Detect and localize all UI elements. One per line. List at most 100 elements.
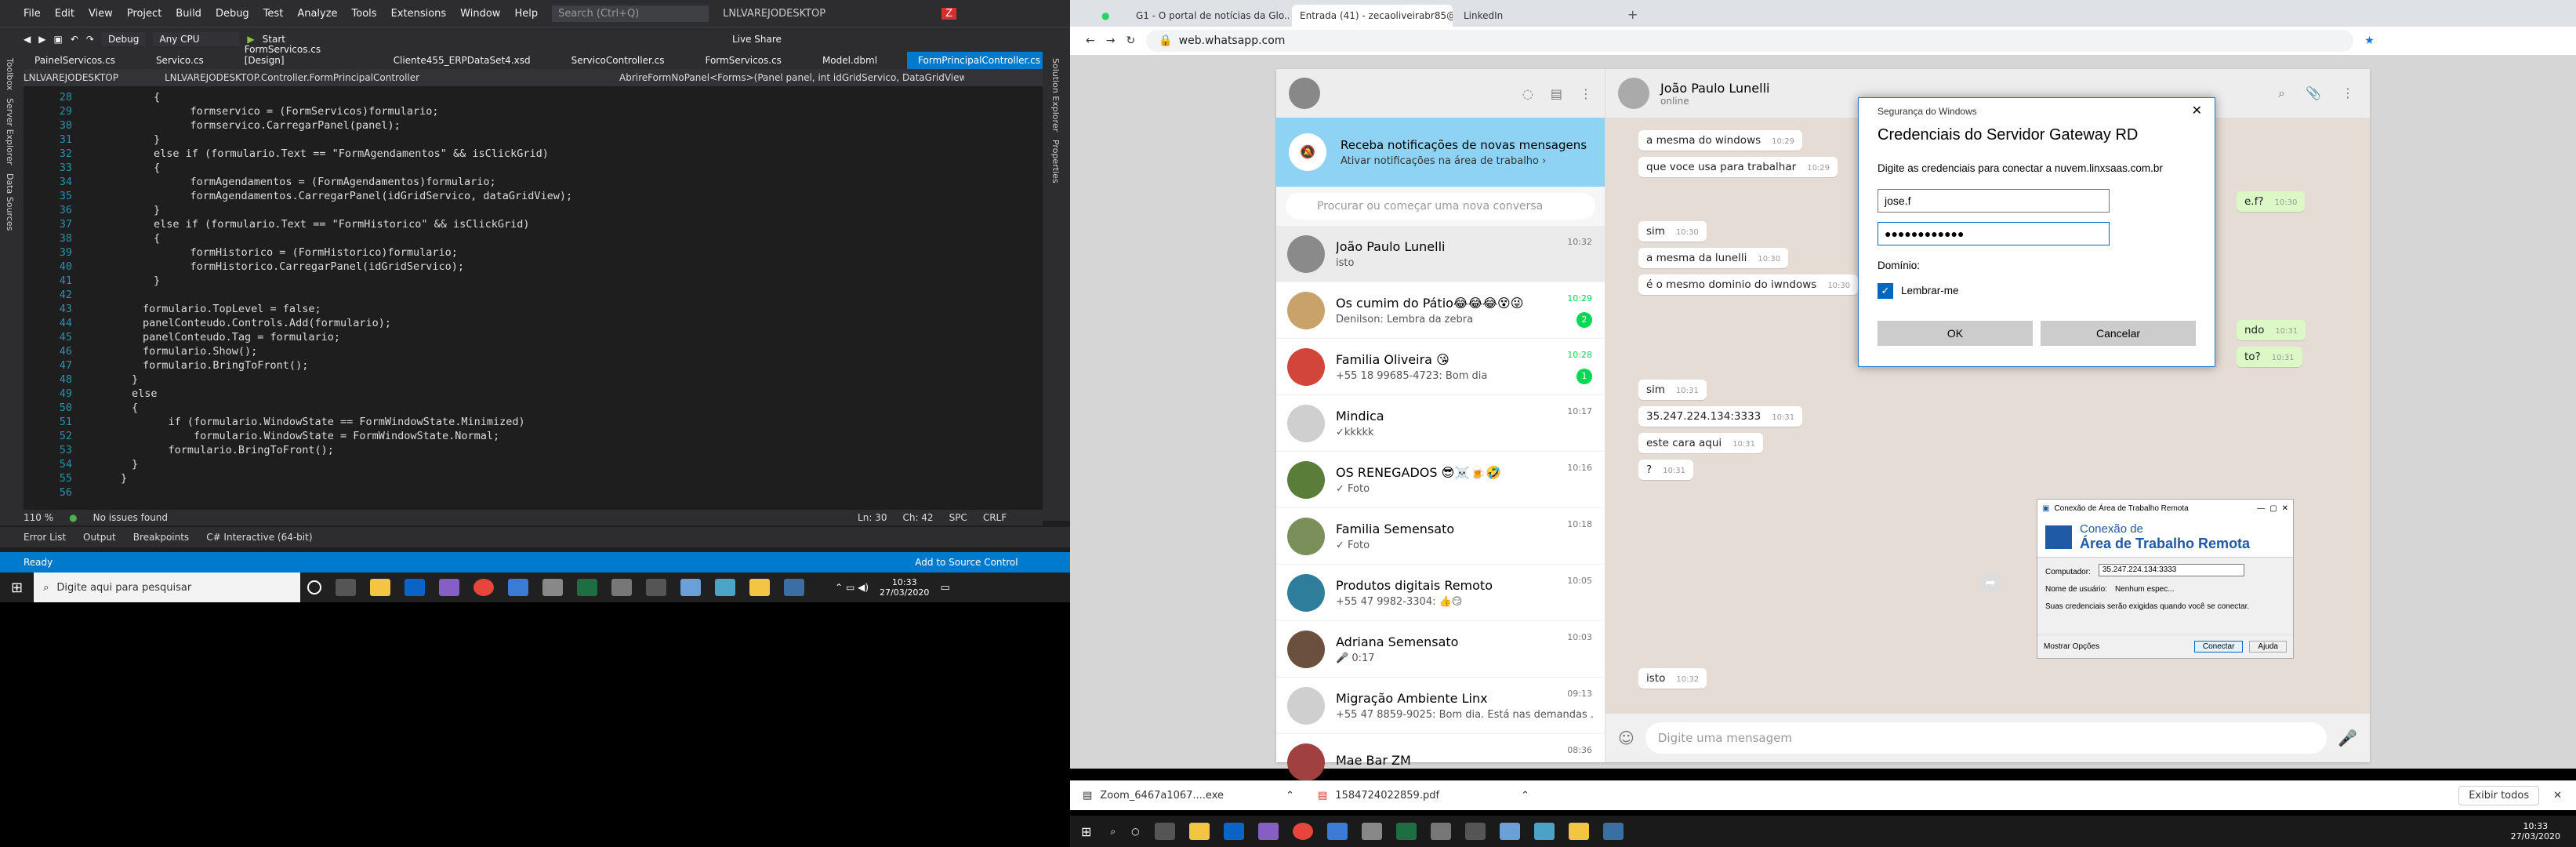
app-icon[interactable] <box>749 579 771 596</box>
profile-avatar[interactable]: Z <box>942 7 957 20</box>
output-tab[interactable]: Output <box>83 532 116 543</box>
task-view-icon[interactable] <box>336 579 357 596</box>
code-line[interactable]: else if (formulario.Text == "FormHistori… <box>154 218 530 231</box>
live-share-button[interactable]: Live Share <box>732 34 782 45</box>
doc-tab[interactable]: Cliente455_ERPDataSet4.xsd <box>383 52 542 69</box>
code-line[interactable]: } <box>132 373 138 386</box>
app-icon[interactable] <box>611 579 633 596</box>
code-line[interactable]: else <box>132 387 158 400</box>
app-icon[interactable] <box>715 579 736 596</box>
doc-tab-active[interactable]: FormPrincipalController.cs <box>907 52 1051 69</box>
remember-checkbox[interactable]: ✓ <box>1878 283 1893 299</box>
incoming-message[interactable]: a mesma da lunelli 10:30 <box>1638 248 1789 268</box>
forward-icon[interactable]: ➦ <box>1980 573 2001 593</box>
nav-method[interactable]: AbrireFormNoPanel<Forms>(Panel panel, in… <box>619 72 964 83</box>
code-line[interactable]: formulario.BringToFront(); <box>143 359 308 372</box>
doc-tab[interactable]: FormServicos.cs [Design] <box>234 41 364 69</box>
browser-tab-g1[interactable]: G1 - O portal de notícias da Glo... <box>1128 5 1289 27</box>
bookmark-star-icon[interactable]: ★ <box>2364 35 2375 47</box>
remote-desktop-icon[interactable] <box>784 579 805 596</box>
menu-file[interactable]: File <box>24 8 41 20</box>
outgoing-message[interactable]: e.f? 10:30 <box>2237 191 2306 212</box>
incoming-message[interactable]: é o mesmo dominio do iwndows 10:30 <box>1638 274 1859 295</box>
doc-tab[interactable]: Model.dbml <box>811 52 888 69</box>
visual-studio-icon[interactable] <box>439 579 460 596</box>
app-icon[interactable] <box>1361 823 1382 840</box>
maximize-icon[interactable]: ▢ <box>2269 504 2277 513</box>
incoming-message[interactable]: sim 10:30 <box>1638 221 1707 242</box>
code-line[interactable]: } <box>132 458 138 471</box>
emoji-icon[interactable]: ☺ <box>1618 729 1634 747</box>
cortana-icon[interactable]: ○ <box>1131 826 1139 837</box>
file-explorer-icon[interactable] <box>370 579 391 596</box>
menu-tools[interactable]: Tools <box>352 8 377 20</box>
chat-item[interactable]: Mindica ✓kkkkk 10:17 <box>1276 395 1605 452</box>
back-icon[interactable]: ← <box>1086 35 1095 47</box>
download-item[interactable]: ▤ 1584724022859.pdf ⌃ <box>1305 790 1540 802</box>
chat-item[interactable]: OS RENEGADOS 😎☠️🍺🤣 ✓ Foto 10:16 <box>1276 452 1605 508</box>
remote-desktop-icon[interactable] <box>1602 823 1624 840</box>
chat-item[interactable]: Familia Semensato ✓ Foto 10:18 <box>1276 508 1605 565</box>
nav-class[interactable]: LNLVAREJODESKTOP.Controller.FormPrincipa… <box>165 72 604 83</box>
platform-dropdown[interactable]: Any CPU <box>153 31 240 46</box>
incoming-message[interactable]: 35.247.224.134:3333 10:31 <box>1638 406 1803 427</box>
computer-input[interactable]: 35.247.224.134:3333 <box>2098 564 2244 576</box>
minimize-icon[interactable]: — <box>2257 504 2265 513</box>
cancel-button[interactable]: Cancelar <box>2041 321 2196 346</box>
microphone-icon[interactable]: 🎤 <box>2338 729 2357 747</box>
code-line[interactable]: { <box>132 402 138 414</box>
visual-studio-icon[interactable] <box>1257 823 1279 840</box>
code-line[interactable]: formulario.TopLevel = false; <box>143 303 321 315</box>
chat-item[interactable]: Produtos digitais Remoto +55 47 9982-3304… <box>1276 565 1605 621</box>
app-icon[interactable] <box>680 579 702 596</box>
breakpoints-tab[interactable]: Breakpoints <box>133 532 189 543</box>
menu-icon[interactable]: ⋮ <box>1580 86 1592 101</box>
forward-icon[interactable]: → <box>1106 35 1116 47</box>
app-icon[interactable] <box>1499 823 1520 840</box>
menu-debug[interactable]: Debug <box>216 8 249 20</box>
menu-build[interactable]: Build <box>176 8 201 20</box>
zoom-level[interactable]: 110 % <box>24 512 53 523</box>
browser-tab-linkedin[interactable]: LinkedIn <box>1456 5 1616 27</box>
download-item[interactable]: ▤ Zoom_6467a1067....exe ⌃ <box>1070 790 1305 802</box>
chat-item[interactable]: João Paulo Lunelli isto 10:32 <box>1276 226 1605 282</box>
chevron-up-icon[interactable]: ⌃ <box>1521 790 1529 802</box>
outgoing-message[interactable]: to? 10:31 <box>2237 347 2302 367</box>
show-options-button[interactable]: Mostrar Opções <box>2044 642 2099 651</box>
status-icon[interactable]: ◌ <box>1522 86 1533 101</box>
chat-item[interactable]: Os cumim do Pátio😂😂😂😵😜 Denilson: Lembra d… <box>1276 282 1605 339</box>
code-line[interactable]: } <box>154 133 160 146</box>
app-icon[interactable] <box>542 579 564 596</box>
message-input[interactable]: Digite uma mensagem <box>1645 722 2327 754</box>
redo-icon[interactable]: ↷ <box>86 34 94 45</box>
code-line[interactable]: panelConteudo.Controls.Add(formulario); <box>143 317 391 329</box>
menu-window[interactable]: Window <box>460 8 500 20</box>
notification-icon[interactable]: ▭ <box>940 582 949 594</box>
calculator-icon[interactable] <box>1464 823 1486 840</box>
config-dropdown[interactable]: Debug <box>101 31 146 46</box>
search-icon[interactable]: ⌕ <box>1110 826 1116 838</box>
incoming-message[interactable]: isto 10:32 <box>1638 668 1707 689</box>
forward-icon[interactable]: ▶ <box>38 34 45 45</box>
close-icon[interactable]: ✕ <box>2553 790 2562 802</box>
menu-icon[interactable]: ⋮ <box>2342 85 2354 101</box>
error-list-tab[interactable]: Error List <box>24 532 66 543</box>
data-sources-tab[interactable]: Data Sources <box>5 173 15 231</box>
code-line[interactable]: { <box>154 162 160 174</box>
menu-view[interactable]: View <box>89 8 113 20</box>
help-button[interactable]: Ajuda <box>2249 641 2287 653</box>
chat-item[interactable]: Adriana Semensato 🎤 0:17 10:03 <box>1276 621 1605 678</box>
menu-help[interactable]: Help <box>514 8 538 20</box>
toolbox-tab[interactable]: Toolbox <box>5 58 15 90</box>
excel-icon[interactable] <box>577 579 598 596</box>
incoming-message[interactable]: sim 10:31 <box>1638 380 1707 400</box>
app-icon[interactable] <box>1430 823 1451 840</box>
source-control-button[interactable]: Add to Source Control <box>915 557 1018 568</box>
chevron-up-icon[interactable]: ⌃ <box>1286 790 1294 802</box>
code-line[interactable]: formservico.CarregarPanel(panel); <box>165 119 401 132</box>
doc-tab[interactable]: FormServicos.cs <box>694 52 792 69</box>
code-line[interactable]: } <box>154 204 160 216</box>
task-view-icon[interactable] <box>1154 823 1175 840</box>
code-line[interactable]: formAgendamentos = (FormAgendamentos)for… <box>165 176 496 188</box>
back-icon[interactable]: ◀ <box>24 34 31 45</box>
